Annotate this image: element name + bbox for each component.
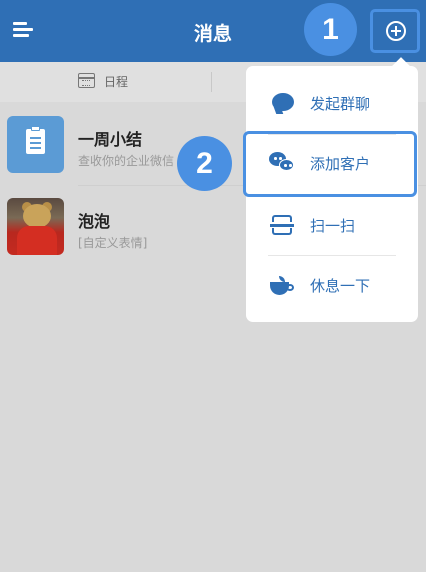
menu-item-label: 休息一下 <box>310 277 371 295</box>
step-2-badge: 2 <box>177 136 232 191</box>
tab-divider <box>211 72 212 92</box>
step-1-badge: 1 <box>304 3 357 56</box>
message-preview: [自定义表情] <box>78 236 148 250</box>
message-name: 一周小结 <box>78 130 143 149</box>
coffee-cup-icon <box>270 276 296 298</box>
tab-schedule-label: 日程 <box>104 75 129 89</box>
menu-item-label: 扫一扫 <box>310 217 356 235</box>
message-preview: 查收你的企业微信 <box>78 154 175 168</box>
avatar <box>7 198 64 255</box>
add-button[interactable] <box>370 9 420 53</box>
menu-item-take-a-break[interactable]: 休息一下 <box>246 256 418 316</box>
chat-bubble-icon <box>272 93 294 111</box>
scan-icon <box>270 215 294 235</box>
clipboard-icon <box>7 116 64 173</box>
menu-item-label: 发起群聊 <box>310 95 371 113</box>
plus-circle-icon <box>386 21 406 41</box>
highlight-box <box>243 131 417 197</box>
menu-item-start-group-chat[interactable]: 发起群聊 <box>246 74 418 134</box>
app-header: 消息 <box>0 0 426 62</box>
page-title: 消息 <box>193 23 232 45</box>
menu-item-scan[interactable]: 扫一扫 <box>246 196 418 256</box>
message-name: 泡泡 <box>78 212 111 231</box>
calendar-icon <box>78 73 95 88</box>
